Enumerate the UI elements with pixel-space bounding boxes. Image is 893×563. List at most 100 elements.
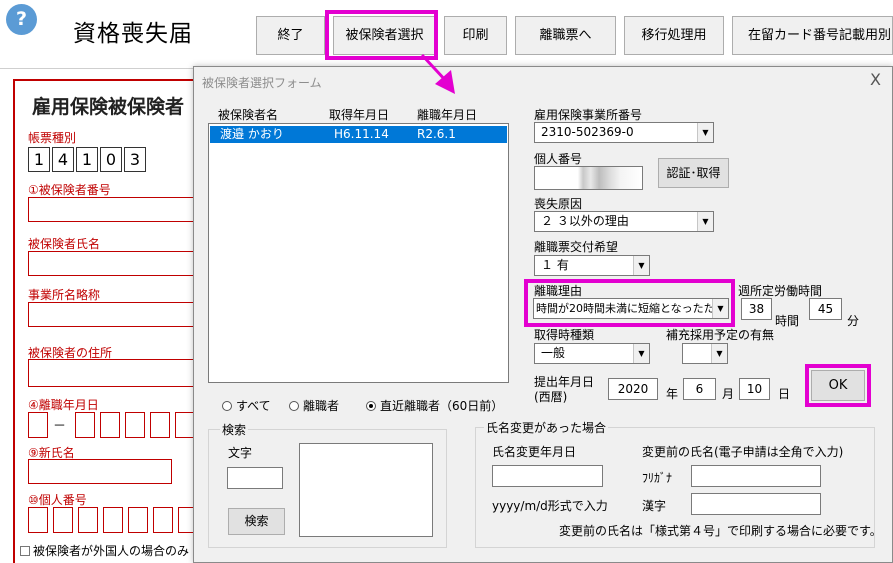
foreign-checkbox[interactable]: 被保険者が外国人の場合のみ bbox=[20, 542, 189, 559]
insured-no-label: ①被保険者番号 bbox=[28, 183, 111, 197]
acq-type-value: 一般 bbox=[541, 346, 566, 360]
column-header-acquired[interactable]: 取得年月日 bbox=[329, 106, 389, 123]
ok-highlight bbox=[805, 364, 871, 407]
name-change-date-input[interactable] bbox=[492, 465, 603, 487]
radio-icon[interactable] bbox=[289, 401, 299, 411]
list-item[interactable]: 渡邉 かおり H6.11.14 R2.6.1 bbox=[210, 126, 507, 143]
retire-date-segment[interactable] bbox=[150, 412, 170, 438]
auth-acquire-button[interactable]: 認証･取得 bbox=[658, 158, 729, 188]
radio-icon[interactable] bbox=[222, 401, 232, 411]
residence-card-button[interactable]: 在留カード番号記載用別 bbox=[732, 16, 893, 55]
loss-reason-label: 喪失原因 bbox=[534, 197, 583, 211]
date-dash: － bbox=[53, 419, 67, 434]
separation-reason-highlight bbox=[524, 279, 735, 327]
personal-no-segment[interactable] bbox=[53, 507, 73, 533]
column-header-left[interactable]: 離職年月日 bbox=[417, 106, 477, 123]
help-icon[interactable]: ? bbox=[6, 4, 37, 35]
personal-no-segment[interactable] bbox=[78, 507, 98, 533]
weekly-hours-label: 週所定労働時間 bbox=[738, 284, 823, 298]
close-icon[interactable]: X bbox=[870, 70, 881, 89]
separation-slip-value: １ 有 bbox=[541, 258, 569, 272]
hours-unit: 時間 bbox=[775, 314, 800, 328]
office-abbr-label: 事業所名略称 bbox=[28, 288, 101, 302]
kanji-label: 漢字 bbox=[642, 499, 667, 513]
ledger-digit: 4 bbox=[52, 147, 74, 172]
weekly-minutes-input[interactable]: 45 bbox=[809, 298, 842, 320]
retire-date-segment[interactable] bbox=[175, 412, 195, 438]
radio-retired-label: 離職者 bbox=[303, 399, 340, 413]
prev-name-kanji-input[interactable] bbox=[691, 493, 821, 515]
ledger-digit: 0 bbox=[100, 147, 122, 172]
redacted-value bbox=[535, 167, 642, 189]
search-group-title: 検索 bbox=[220, 421, 249, 438]
personal-no-segment[interactable] bbox=[128, 507, 148, 533]
name-change-note: 変更前の氏名は「様式第４号」で印刷する場合に必要です。 bbox=[559, 524, 882, 538]
migration-button[interactable]: 移行処理用 bbox=[624, 16, 724, 55]
retire-date-segment[interactable] bbox=[100, 412, 120, 438]
replacement-label: 補充採用予定の有無 bbox=[666, 328, 775, 342]
personal-no-label: ⑩個人番号 bbox=[28, 493, 87, 507]
name-change-date-label: 氏名変更年月日 bbox=[492, 445, 577, 459]
chevron-down-icon[interactable]: ▼ bbox=[633, 256, 649, 275]
app-title: 資格喪失届 bbox=[73, 21, 193, 47]
separation-slip-label: 離職票交付希望 bbox=[534, 240, 619, 254]
retire-date-segment[interactable] bbox=[125, 412, 145, 438]
radio-recent[interactable]: 直近離職者（60日前） bbox=[366, 397, 503, 414]
chevron-down-icon[interactable]: ▼ bbox=[711, 344, 727, 363]
insured-name-label: 被保険者氏名 bbox=[28, 237, 101, 251]
personal-no-segment[interactable] bbox=[103, 507, 123, 533]
loss-reason-select[interactable]: ２ ３以外の理由 ▼ bbox=[534, 211, 714, 232]
ledger-digit: 3 bbox=[124, 147, 146, 172]
office-abbr-field[interactable] bbox=[28, 302, 198, 327]
personal-no-field[interactable] bbox=[534, 166, 643, 190]
retire-date-segment[interactable] bbox=[75, 412, 95, 438]
prev-name-label: 変更前の氏名(電子申請は全角で入力) bbox=[642, 445, 844, 459]
radio-all[interactable]: すべて bbox=[222, 397, 271, 414]
to-separation-slip-button[interactable]: 離職票へ bbox=[515, 16, 616, 55]
chevron-down-icon[interactable]: ▼ bbox=[697, 123, 713, 142]
radio-retired[interactable]: 離職者 bbox=[289, 397, 339, 414]
insured-listbox[interactable]: 渡邉 かおり H6.11.14 R2.6.1 bbox=[208, 123, 509, 383]
search-button[interactable]: 検索 bbox=[228, 508, 285, 535]
personal-no-label: 個人番号 bbox=[534, 152, 583, 166]
radio-all-label: すべて bbox=[236, 399, 271, 413]
submit-day-input[interactable]: 10 bbox=[739, 378, 770, 400]
submit-date-era-label: (西暦) bbox=[534, 390, 568, 404]
form-heading: 雇用保険被保険者 bbox=[32, 96, 185, 118]
search-input[interactable] bbox=[227, 467, 283, 489]
retire-date-segment[interactable] bbox=[28, 412, 48, 438]
foreign-checkbox-label: 被保険者が外国人の場合のみ bbox=[33, 544, 190, 558]
new-name-field[interactable] bbox=[28, 459, 172, 484]
ledger-digit: 1 bbox=[28, 147, 50, 172]
loss-reason-value: ２ ３以外の理由 bbox=[541, 214, 629, 228]
insured-name-field[interactable] bbox=[28, 251, 198, 276]
weekly-hours-input[interactable]: 38 bbox=[741, 298, 772, 320]
column-header-name[interactable]: 被保険者名 bbox=[218, 106, 278, 123]
submit-year-input[interactable]: 2020 bbox=[608, 378, 658, 400]
acq-type-select[interactable]: 一般 ▼ bbox=[534, 343, 650, 364]
insured-select-dialog: 被保険者選択フォーム X 被保険者名 取得年月日 離職年月日 渡邉 かおり H6… bbox=[193, 66, 893, 563]
personal-no-segment[interactable] bbox=[28, 507, 48, 533]
date-format-hint: yyyy/m/d形式で入力 bbox=[492, 499, 608, 513]
ledger-type-label: 帳票種別 bbox=[28, 131, 77, 145]
checkbox-icon[interactable] bbox=[20, 546, 30, 556]
search-text-label: 文字 bbox=[228, 446, 253, 460]
chevron-down-icon[interactable]: ▼ bbox=[633, 344, 649, 363]
submit-month-input[interactable]: 6 bbox=[683, 378, 716, 400]
chevron-down-icon[interactable]: ▼ bbox=[697, 212, 713, 231]
address-field[interactable] bbox=[28, 359, 198, 387]
kana-label: ﾌﾘｶﾞﾅ bbox=[642, 471, 673, 485]
search-results-box[interactable] bbox=[299, 443, 433, 537]
prev-name-kana-input[interactable] bbox=[691, 465, 821, 487]
separation-slip-select[interactable]: １ 有 ▼ bbox=[534, 255, 650, 276]
ledger-digit: 1 bbox=[76, 147, 98, 172]
minutes-unit: 分 bbox=[847, 314, 860, 328]
office-no-select[interactable]: 2310-502369-0 ▼ bbox=[534, 122, 714, 143]
replacement-select[interactable]: ▼ bbox=[682, 343, 728, 364]
dialog-title: 被保険者選択フォーム bbox=[202, 76, 322, 90]
radio-selected-icon[interactable] bbox=[366, 401, 376, 411]
insured-no-field[interactable] bbox=[28, 197, 198, 222]
list-item-name: 渡邉 かおり bbox=[220, 127, 284, 141]
personal-no-segment[interactable] bbox=[153, 507, 173, 533]
exit-button[interactable]: 終了 bbox=[256, 16, 325, 55]
